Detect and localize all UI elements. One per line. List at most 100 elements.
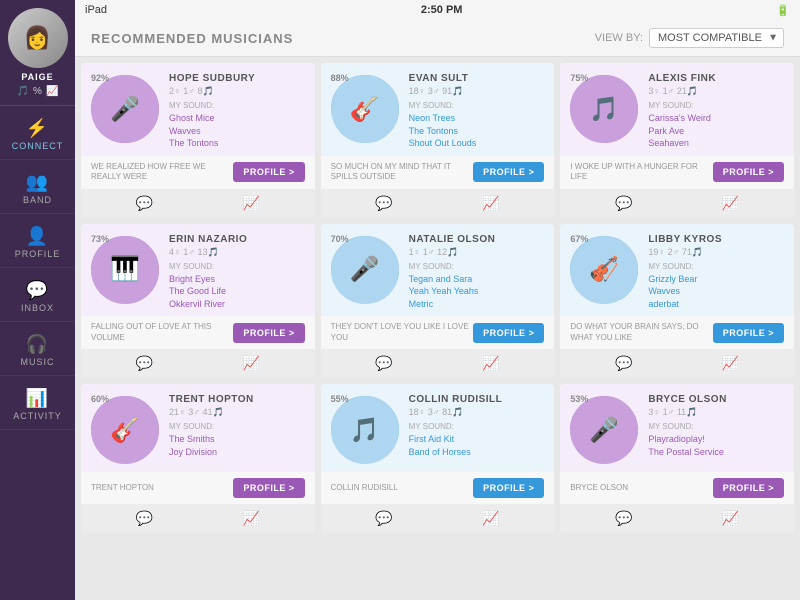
sidebar-item-inbox[interactable]: 💬 INBOX xyxy=(0,268,75,322)
musician-card: 🎵 55% COLLIN RUDISILL 18♀ 3♂ 81🎵 MY SOUN… xyxy=(321,384,555,533)
profile-button[interactable]: PROFILE > xyxy=(713,478,784,498)
card-top: 🎵 55% COLLIN RUDISILL 18♀ 3♂ 81🎵 MY SOUN… xyxy=(321,384,555,472)
profile-button[interactable]: PROFILE > xyxy=(473,478,544,498)
card-stats: 4♀ 1♂ 13🎵 xyxy=(169,247,307,258)
card-name: LIBBY KYROS xyxy=(648,234,786,245)
card-middle: TRENT HOPTON PROFILE > xyxy=(81,472,315,504)
comment-icon[interactable]: 💬 xyxy=(375,195,392,212)
card-info: HOPE SUDBURY 2♀ 1♂ 8🎵 MY SOUND: Ghost Mi… xyxy=(169,73,307,150)
view-by-select[interactable]: MOST COMPATIBLE NEWEST NEARBY xyxy=(649,28,784,48)
card-photo-wrap: 🎤 92% xyxy=(89,73,161,145)
card-quote: SO MUCH ON MY MIND THAT IT SPILLS OUTSID… xyxy=(331,162,473,183)
card-bottom: 💬 📈 xyxy=(321,349,555,378)
card-photo: 🎤 xyxy=(570,396,638,464)
profile-button[interactable]: PROFILE > xyxy=(713,323,784,343)
sidebar-item-inbox-label: INBOX xyxy=(21,303,54,313)
trend-icon[interactable]: 📈 xyxy=(243,195,260,212)
musician-card: 🎸 88% EVAN SULT 18♀ 3♂ 91🎵 MY SOUND: Neo… xyxy=(321,63,555,218)
sidebar-item-connect[interactable]: ⚡ CONNECT xyxy=(0,106,75,160)
card-photo: 🎵 xyxy=(570,75,638,143)
trend-icon: 📈 xyxy=(46,86,58,97)
card-percent: 88% xyxy=(331,73,349,83)
card-sound-artists: First Aid KitBand of Horses xyxy=(409,433,547,458)
card-photo-wrap: 🎹 73% xyxy=(89,234,161,306)
card-percent: 70% xyxy=(331,234,349,244)
card-photo: 🎸 xyxy=(91,396,159,464)
activity-icon: 📊 xyxy=(26,388,49,409)
card-stats: 19♀ 2♂ 71🎵 xyxy=(648,247,786,258)
card-info: NATALIE OLSON 1♀ 1♂ 12🎵 MY SOUND: Tegan … xyxy=(409,234,547,311)
sidebar-item-music[interactable]: 🎧 MUSIC xyxy=(0,322,75,376)
card-stats: 18♀ 3♂ 91🎵 xyxy=(409,86,547,97)
card-photo: 🎹 xyxy=(91,236,159,304)
comment-icon[interactable]: 💬 xyxy=(615,195,632,212)
comment-icon[interactable]: 💬 xyxy=(136,355,153,372)
card-name: BRYCE OLSON xyxy=(648,394,786,405)
card-name: EVAN SULT xyxy=(409,73,547,84)
card-sound-artists: Tegan and SaraYeah Yeah YeahsMetric xyxy=(409,273,547,311)
card-top: 🎸 60% TRENT HOPTON 21♀ 3♂ 41🎵 MY SOUND: … xyxy=(81,384,315,472)
card-middle: THEY DON'T LOVE YOU LIKE I LOVE YOU PROF… xyxy=(321,316,555,349)
comment-icon[interactable]: 💬 xyxy=(136,510,153,527)
card-bottom: 💬 📈 xyxy=(560,189,794,218)
profile-button[interactable]: PROFILE > xyxy=(233,478,304,498)
card-sound-label: MY SOUND: xyxy=(648,262,786,271)
card-percent: 67% xyxy=(570,234,588,244)
avatar[interactable]: 👩 xyxy=(8,8,68,68)
trend-icon[interactable]: 📈 xyxy=(722,195,739,212)
card-photo: 🎻 xyxy=(570,236,638,304)
card-photo-wrap: 🎤 70% xyxy=(329,234,401,306)
sidebar-item-band[interactable]: 👥 BAND xyxy=(0,160,75,214)
card-top: 🎤 70% NATALIE OLSON 1♀ 1♂ 12🎵 MY SOUND: … xyxy=(321,224,555,317)
card-name: ERIN NAZARIO xyxy=(169,234,307,245)
comment-icon[interactable]: 💬 xyxy=(615,510,632,527)
card-info: COLLIN RUDISILL 18♀ 3♂ 81🎵 MY SOUND: Fir… xyxy=(409,394,547,458)
trend-icon[interactable]: 📈 xyxy=(243,510,260,527)
card-sound-artists: Carissa's WeirdPark AveSeahaven xyxy=(648,112,786,150)
card-top: 🎹 73% ERIN NAZARIO 4♀ 1♂ 13🎵 MY SOUND: B… xyxy=(81,224,315,317)
trend-icon[interactable]: 📈 xyxy=(482,195,499,212)
card-sound-label: MY SOUND: xyxy=(648,101,786,110)
sidebar-item-activity[interactable]: 📊 ACTIVITY xyxy=(0,376,75,430)
card-top: 🎸 88% EVAN SULT 18♀ 3♂ 91🎵 MY SOUND: Neo… xyxy=(321,63,555,156)
comment-icon[interactable]: 💬 xyxy=(375,355,392,372)
card-info: ALEXIS FINK 3♀ 1♂ 21🎵 MY SOUND: Carissa'… xyxy=(648,73,786,150)
trend-icon[interactable]: 📈 xyxy=(482,355,499,372)
profile-button[interactable]: PROFILE > xyxy=(713,162,784,182)
comment-icon[interactable]: 💬 xyxy=(136,195,153,212)
comment-icon[interactable]: 💬 xyxy=(615,355,632,372)
card-photo: 🎤 xyxy=(91,75,159,143)
card-quote: I WOKE UP WITH A HUNGER FOR LIFE xyxy=(570,162,712,183)
card-quote: TRENT HOPTON xyxy=(91,483,233,493)
musician-card: 🎸 60% TRENT HOPTON 21♀ 3♂ 41🎵 MY SOUND: … xyxy=(81,384,315,533)
sidebar-item-profile[interactable]: 👤 PROFILE xyxy=(0,214,75,268)
card-photo-wrap: 🎸 88% xyxy=(329,73,401,145)
trend-icon[interactable]: 📈 xyxy=(722,510,739,527)
card-stats: 3♀ 1♂ 21🎵 xyxy=(648,86,786,97)
musician-card: 🎹 73% ERIN NAZARIO 4♀ 1♂ 13🎵 MY SOUND: B… xyxy=(81,224,315,379)
card-middle: I WOKE UP WITH A HUNGER FOR LIFE PROFILE… xyxy=(560,156,794,189)
trend-icon[interactable]: 📈 xyxy=(243,355,260,372)
profile-button[interactable]: PROFILE > xyxy=(233,323,304,343)
card-info: TRENT HOPTON 21♀ 3♂ 41🎵 MY SOUND: The Sm… xyxy=(169,394,307,458)
trend-icon[interactable]: 📈 xyxy=(482,510,499,527)
profile-button[interactable]: PROFILE > xyxy=(233,162,304,182)
sidebar-username: PAIGE xyxy=(21,72,53,82)
view-by-section: VIEW BY: MOST COMPATIBLE NEWEST NEARBY ▼ xyxy=(595,28,784,48)
trend-icon[interactable]: 📈 xyxy=(722,355,739,372)
card-middle: DO WHAT YOUR BRAIN SAYS; DO WHAT YOU LIK… xyxy=(560,316,794,349)
card-sound-label: MY SOUND: xyxy=(169,101,307,110)
avatar-image: 👩 xyxy=(8,8,68,68)
card-photo-wrap: 🎻 67% xyxy=(568,234,640,306)
comment-icon[interactable]: 💬 xyxy=(375,510,392,527)
card-sound-label: MY SOUND: xyxy=(648,422,786,431)
profile-button[interactable]: PROFILE > xyxy=(473,323,544,343)
card-bottom: 💬 📈 xyxy=(560,349,794,378)
card-photo-wrap: 🎵 55% xyxy=(329,394,401,466)
card-bottom: 💬 📈 xyxy=(321,504,555,533)
card-name: HOPE SUDBURY xyxy=(169,73,307,84)
profile-button[interactable]: PROFILE > xyxy=(473,162,544,182)
card-photo-wrap: 🎸 60% xyxy=(89,394,161,466)
musician-card: 🎤 70% NATALIE OLSON 1♀ 1♂ 12🎵 MY SOUND: … xyxy=(321,224,555,379)
card-percent: 53% xyxy=(570,394,588,404)
